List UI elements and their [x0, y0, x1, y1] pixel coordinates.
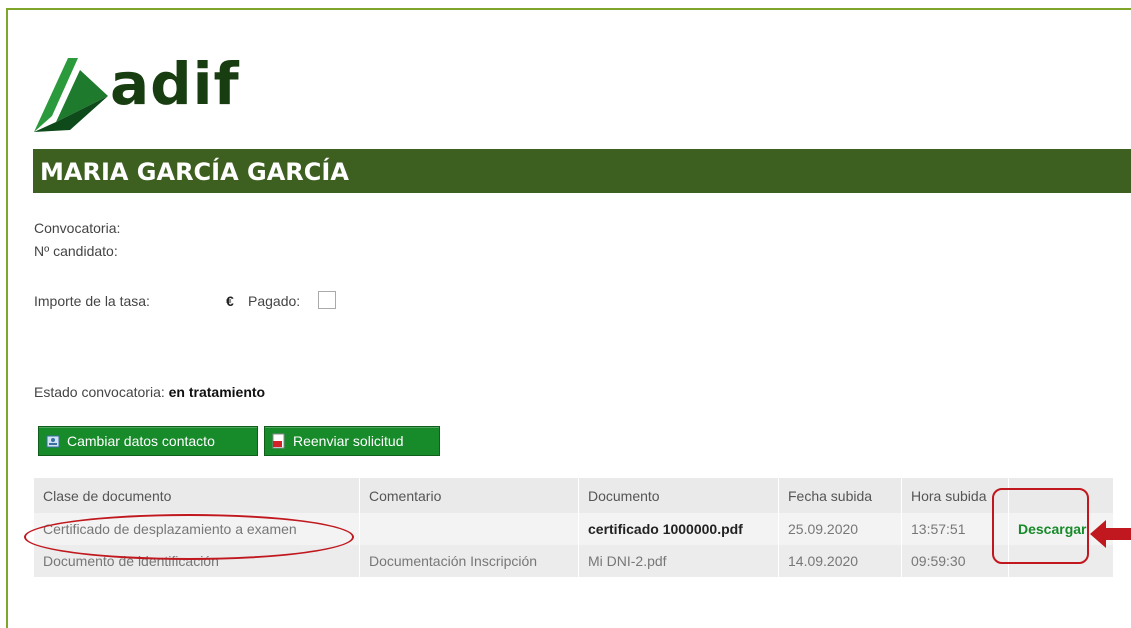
candidato-label: Nº candidato: [34, 243, 118, 259]
adif-logo-mark-icon [34, 58, 108, 132]
reenviar-solicitud-button[interactable]: Reenviar solicitud [264, 426, 440, 456]
pagado-checkbox[interactable] [318, 291, 336, 309]
header-fecha: Fecha subida [778, 478, 902, 513]
cell-fecha: 14.09.2020 [778, 545, 902, 577]
header-comentario: Comentario [359, 478, 579, 513]
pdf-document-icon [272, 433, 285, 449]
reenviar-solicitud-label: Reenviar solicitud [293, 433, 404, 449]
cambiar-datos-button[interactable]: Cambiar datos contacto [38, 426, 258, 456]
cambiar-datos-label: Cambiar datos contacto [67, 433, 215, 449]
highlight-oval-annotation [24, 514, 354, 560]
cell-documento: Mi DNI-2.pdf [578, 545, 779, 577]
red-arrow-icon [1090, 520, 1131, 548]
currency-symbol: € [226, 293, 234, 309]
header-documento: Documento [578, 478, 779, 513]
table-header-row: Clase de documento Comentario Documento … [34, 478, 1114, 513]
adif-logo-text: adif [110, 50, 240, 118]
importe-label: Importe de la tasa: [34, 293, 150, 309]
candidate-name-header: MARIA GARCÍA GARCÍA [33, 149, 1131, 193]
convocatoria-label: Convocatoria: [34, 220, 121, 236]
cell-comentario [359, 513, 579, 545]
highlight-box-annotation [992, 488, 1089, 564]
estado-value: en tratamiento [168, 384, 266, 400]
cell-documento: certificado 1000000.pdf [578, 513, 779, 545]
cell-fecha: 25.09.2020 [778, 513, 902, 545]
pagado-label: Pagado: [248, 293, 301, 309]
header-clase: Clase de documento [34, 478, 360, 513]
contact-card-icon [46, 435, 60, 448]
cell-comentario: Documentación Inscripción [359, 545, 579, 577]
estado-row: Estado convocatoria: en tratamiento [34, 384, 265, 400]
estado-label: Estado convocatoria: [34, 384, 165, 400]
